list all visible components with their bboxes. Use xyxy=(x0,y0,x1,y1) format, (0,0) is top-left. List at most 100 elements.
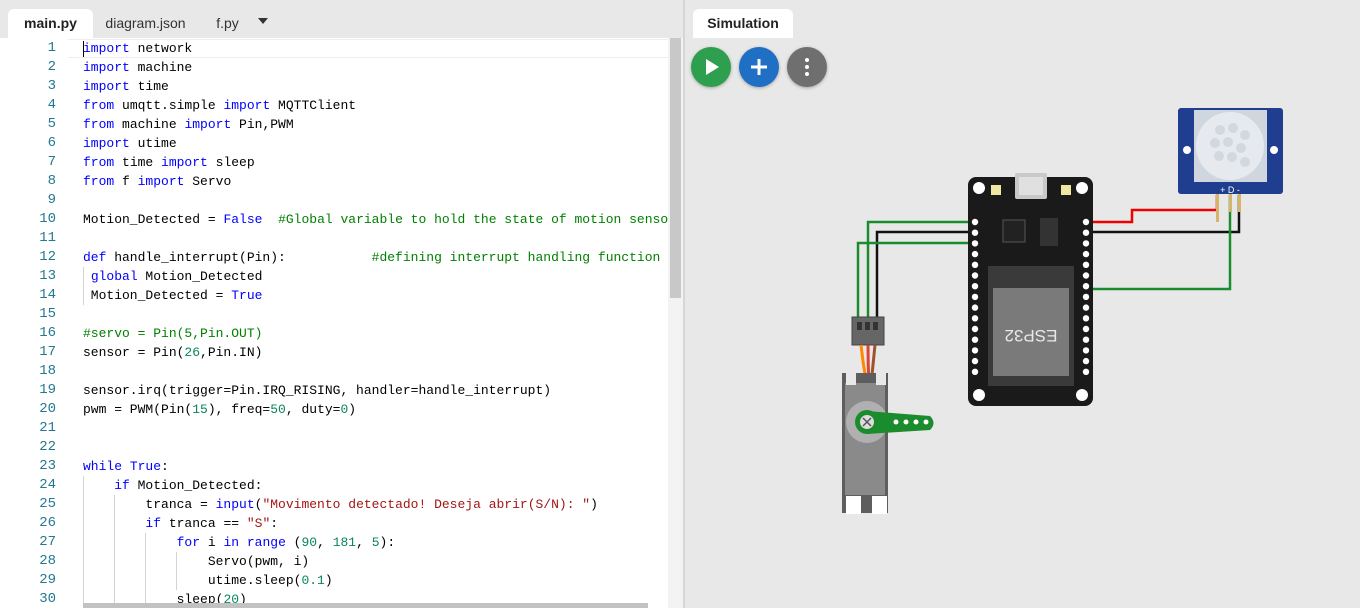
code-token: import xyxy=(83,79,130,94)
code-token: in xyxy=(223,535,240,550)
esp32-pin[interactable] xyxy=(971,357,979,365)
esp32-pin[interactable] xyxy=(1082,336,1090,343)
esp32-pin[interactable] xyxy=(971,368,979,375)
code-line[interactable]: if tranca == "S": xyxy=(83,514,278,533)
esp32-pin[interactable] xyxy=(1082,240,1090,247)
code-line[interactable]: import time xyxy=(83,77,169,96)
esp32-pin[interactable] xyxy=(971,261,979,268)
code-token: import xyxy=(137,174,185,189)
esp32-board[interactable]: ESP32 xyxy=(968,173,1093,406)
code-token: machine xyxy=(129,60,193,75)
code-token: def xyxy=(83,250,107,265)
code-line[interactable]: Motion_Detected = True xyxy=(83,286,263,305)
esp32-pin[interactable] xyxy=(1082,347,1090,354)
esp32-pin[interactable] xyxy=(971,293,979,301)
editor-tabbar: main.py diagram.json f.py xyxy=(0,0,683,38)
code-token: ) xyxy=(348,402,357,417)
vertical-scrollbar-thumb[interactable] xyxy=(670,38,681,298)
code-token: Motion_Detected = xyxy=(83,288,232,303)
code-token: network xyxy=(129,41,193,56)
code-line[interactable]: pwm = PWM(Pin(15), freq=50, duty=0) xyxy=(83,400,356,419)
code-area[interactable]: 1 2 3 4 5 6 7 8 9 10 11 12 13 14 15 16 17 18 19 20 21 22 23 24 2… xyxy=(0,38,668,608)
tab-diagram-json[interactable]: diagram.json xyxy=(98,9,193,38)
esp32-pin[interactable] xyxy=(971,250,979,258)
tab-f-py[interactable]: f.py xyxy=(205,9,250,38)
esp32-pin[interactable] xyxy=(1082,218,1090,226)
tabs-dropdown-icon[interactable] xyxy=(258,18,268,24)
code-line[interactable]: import utime xyxy=(83,134,177,153)
code-line[interactable]: sensor.irq(trigger=Pin.IRQ_RISING, handl… xyxy=(83,381,551,400)
esp32-pin[interactable] xyxy=(1082,368,1090,375)
line-number: 16 xyxy=(39,325,56,341)
code-token: import xyxy=(223,98,271,113)
code-line[interactable]: sensor = Pin(26,Pin.IN) xyxy=(83,343,262,362)
esp32-pin[interactable] xyxy=(971,283,979,290)
code-token: import xyxy=(83,41,130,56)
code-lines[interactable]: import network import machine import time f… xyxy=(83,38,668,608)
code-token: machine xyxy=(114,117,185,132)
esp32-pin[interactable] xyxy=(1082,325,1090,333)
code-token: ) xyxy=(590,497,598,512)
circuit-canvas[interactable]: + D - ESP32 xyxy=(685,0,1360,608)
esp32-pin[interactable] xyxy=(1082,250,1090,258)
line-number: 10 xyxy=(39,211,56,227)
code-line[interactable]: #servo = Pin(5,Pin.OUT) xyxy=(83,324,262,343)
line-number: 27 xyxy=(39,534,56,550)
line-number: 9 xyxy=(47,192,56,208)
code-token: time xyxy=(129,79,169,94)
code-token: Motion_Detected: xyxy=(129,478,263,493)
indent-guide xyxy=(114,495,115,608)
tab-main-py[interactable]: main.py xyxy=(8,9,93,38)
code-line[interactable]: while True: xyxy=(83,457,169,476)
esp32-pin[interactable] xyxy=(1082,283,1090,290)
code-line[interactable]: tranca = input("Movimento detectado! Des… xyxy=(83,495,598,514)
esp32-pin[interactable] xyxy=(1082,261,1090,268)
servo-motor[interactable] xyxy=(842,316,934,514)
esp32-pin[interactable] xyxy=(1082,293,1090,301)
code-line[interactable]: from umqtt.simple import MQTTClient xyxy=(83,96,356,115)
line-number: 6 xyxy=(47,135,56,151)
esp32-pin[interactable] xyxy=(971,240,979,247)
code-line[interactable]: Servo(pwm, i) xyxy=(83,552,309,571)
code-token: input xyxy=(215,497,255,512)
code-line[interactable]: import network xyxy=(83,39,192,58)
code-token: time xyxy=(114,155,162,170)
code-token: utime.sleep( xyxy=(83,573,302,588)
code-line[interactable]: Motion_Detected = False #Global variable… xyxy=(83,210,668,229)
code-line[interactable]: global Motion_Detected xyxy=(83,267,263,286)
esp32-pin[interactable] xyxy=(971,315,979,322)
code-token: import xyxy=(83,136,130,151)
esp32-pin[interactable] xyxy=(1082,357,1090,365)
esp32-pin[interactable] xyxy=(1082,315,1090,322)
esp32-pin[interactable] xyxy=(1082,229,1090,236)
horizontal-scrollbar-thumb[interactable] xyxy=(83,603,648,608)
code-token: tranca == xyxy=(161,516,247,531)
pir-motion-sensor[interactable]: + D - xyxy=(1178,108,1283,222)
code-line[interactable]: from machine import Pin,PWM xyxy=(83,115,294,134)
esp32-pin[interactable] xyxy=(971,304,979,311)
code-line[interactable]: import machine xyxy=(83,58,192,77)
esp32-pin[interactable] xyxy=(971,347,979,354)
esp32-pin[interactable] xyxy=(971,325,979,333)
line-number: 12 xyxy=(39,249,56,265)
esp32-pin[interactable] xyxy=(971,229,979,236)
code-line[interactable]: utime.sleep(0.1) xyxy=(83,571,333,590)
indent-guide xyxy=(83,267,84,305)
code-line[interactable]: for i in range (90, 181, 5): xyxy=(83,533,396,552)
code-line[interactable]: from time import sleep xyxy=(83,153,255,172)
vertical-scrollbar[interactable] xyxy=(668,38,683,608)
esp32-pin[interactable] xyxy=(971,336,979,343)
line-number: 2 xyxy=(47,59,56,75)
code-line[interactable]: from f import Servo xyxy=(83,172,231,191)
code-token: ), freq= xyxy=(207,402,271,417)
code-line[interactable]: if Motion_Detected: xyxy=(83,476,262,495)
code-token: : xyxy=(161,459,169,474)
line-number: 18 xyxy=(39,363,56,379)
esp32-pin[interactable] xyxy=(971,272,979,279)
code-token: umqtt.simple xyxy=(114,98,224,113)
esp32-pin[interactable] xyxy=(1082,272,1090,279)
esp32-pin[interactable] xyxy=(971,218,979,226)
esp32-pin[interactable] xyxy=(1082,304,1090,311)
code-line[interactable]: def handle_interrupt(Pin): #defining int… xyxy=(83,248,660,267)
